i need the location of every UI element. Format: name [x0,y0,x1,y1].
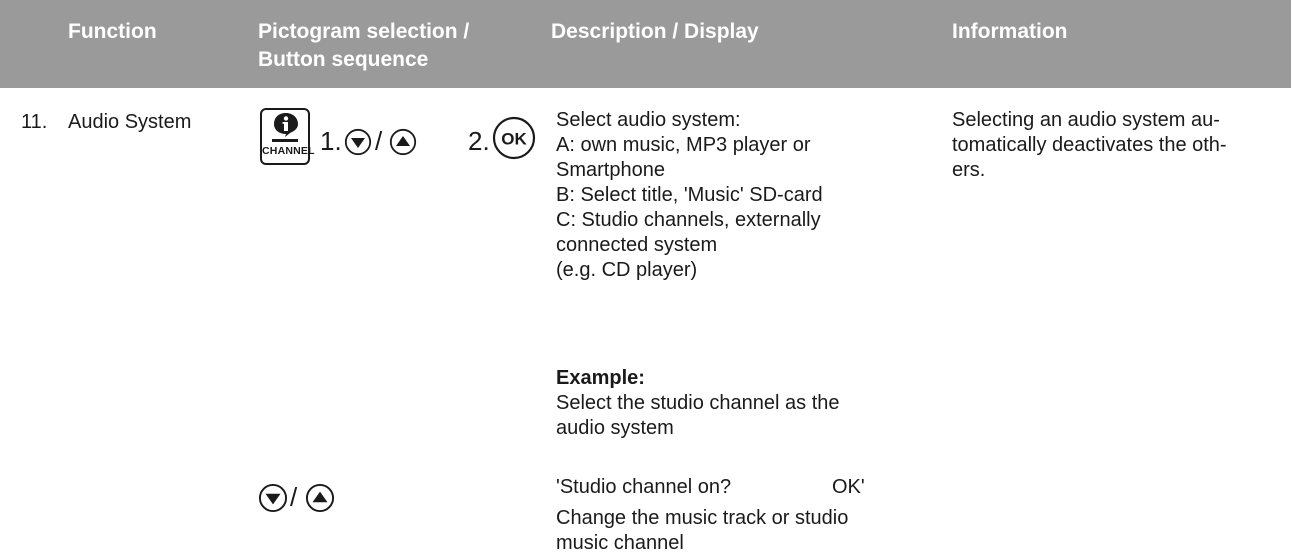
header-pictogram-line1: Pictogram selection / [258,20,470,43]
example-line: Select the studio channel as the [556,392,840,414]
channel-label: CHANNEL [262,145,315,157]
description-line: C: Studio channels, externally [556,209,821,231]
arrow-up-icon [389,128,417,156]
arrow-separator: / [375,126,383,156]
information: Selecting an audio system au- tomaticall… [952,108,1272,183]
display-message: 'Studio channel on? OK' [556,475,926,500]
arrow-down-icon-2 [258,483,288,513]
channel-button-icon: CHANNEL [260,108,315,165]
description-line: A: own music, MP3 player or [556,134,811,156]
information-line: Selecting an audio system au- [952,109,1220,131]
ok-icon-text: OK [501,130,527,149]
change-description: Change the music track or studio music c… [556,506,926,556]
information-line: tomatically deactivates the oth- [952,134,1227,156]
display-ok: OK' [832,476,865,498]
arrow-separator-2: / [290,482,298,512]
arrow-up-icon-2 [305,483,335,513]
header-information: Information [952,20,1068,43]
description-line: (e.g. CD player) [556,259,698,281]
function-name: Audio System [68,111,192,133]
ok-button-icon: OK [492,116,536,160]
arrow-down-icon [344,128,372,156]
description: Select audio system: A: own music, MP3 p… [556,108,926,283]
change-line: Change the music track or studio [556,507,849,529]
change-line: music channel [556,532,684,554]
table-header: Function Pictogram selection / Button se… [0,0,1291,88]
header-pictogram-line2: Button sequence [258,48,429,71]
channel-divider [272,139,298,142]
header-pictogram: Pictogram selection / Button sequence [258,18,469,74]
example-block: Example: Select the studio channel as th… [556,366,926,441]
description-line: connected system [556,234,718,256]
info-icon [274,113,298,137]
step1-label: 1. [320,126,342,156]
example-line: audio system [556,417,674,439]
row-number: 11. [21,111,48,133]
header-function: Function [68,20,157,43]
description-line: B: Select title, 'Music' SD-card [556,184,823,206]
example-title: Example: [556,367,645,389]
header-description: Description / Display [551,20,759,43]
display-text: 'Studio channel on? [556,476,732,498]
description-line: Smartphone [556,159,665,181]
information-line: ers. [952,159,986,181]
step2-label: 2. [468,126,490,156]
description-line: Select audio system: [556,109,741,131]
